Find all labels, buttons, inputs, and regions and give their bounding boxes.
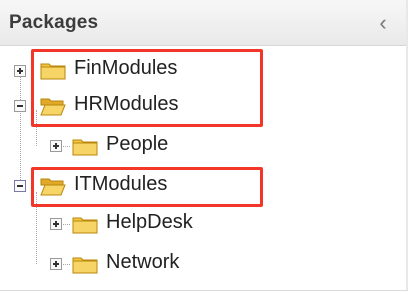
folder-closed-icon — [40, 60, 66, 80]
folder-open-icon — [40, 96, 66, 116]
collapse-toggle-icon[interactable] — [14, 100, 26, 112]
tree-node-itmodules[interactable]: ITModules — [0, 170, 260, 200]
tree-node-label[interactable]: FinModules — [74, 57, 177, 80]
folder-closed-icon — [72, 254, 98, 274]
tree-node-helpdesk[interactable]: HelpDesk — [0, 209, 260, 239]
expand-toggle-icon[interactable] — [50, 258, 62, 270]
folder-closed-icon — [72, 214, 98, 234]
tree-node-label[interactable]: HelpDesk — [106, 211, 193, 234]
expand-toggle-icon[interactable] — [14, 65, 26, 77]
tree-node-people[interactable]: People — [0, 131, 260, 161]
tree-node-network[interactable]: Network — [0, 249, 260, 279]
expand-toggle-icon[interactable] — [50, 218, 62, 230]
folder-open-icon — [40, 176, 66, 196]
tree-node-label[interactable]: HRModules — [74, 93, 178, 116]
tree-node-finmodules[interactable]: FinModules — [0, 52, 260, 82]
tree-node-label[interactable]: People — [106, 133, 168, 156]
tree-connector-root — [20, 72, 21, 184]
tree-node-label[interactable]: ITModules — [74, 173, 167, 196]
folder-closed-icon — [72, 136, 98, 156]
tree-node-label[interactable]: Network — [106, 251, 179, 274]
collapse-toggle-icon[interactable] — [14, 180, 26, 192]
panel-header: Packages ‹ — [0, 0, 408, 46]
expand-toggle-icon[interactable] — [50, 140, 62, 152]
packages-panel: Packages ‹ FinModules HRModules People I… — [0, 0, 408, 291]
collapse-panel-button[interactable]: ‹ — [372, 10, 394, 36]
tree-node-hrmodules[interactable]: HRModules — [0, 90, 260, 120]
panel-title: Packages — [9, 12, 99, 33]
